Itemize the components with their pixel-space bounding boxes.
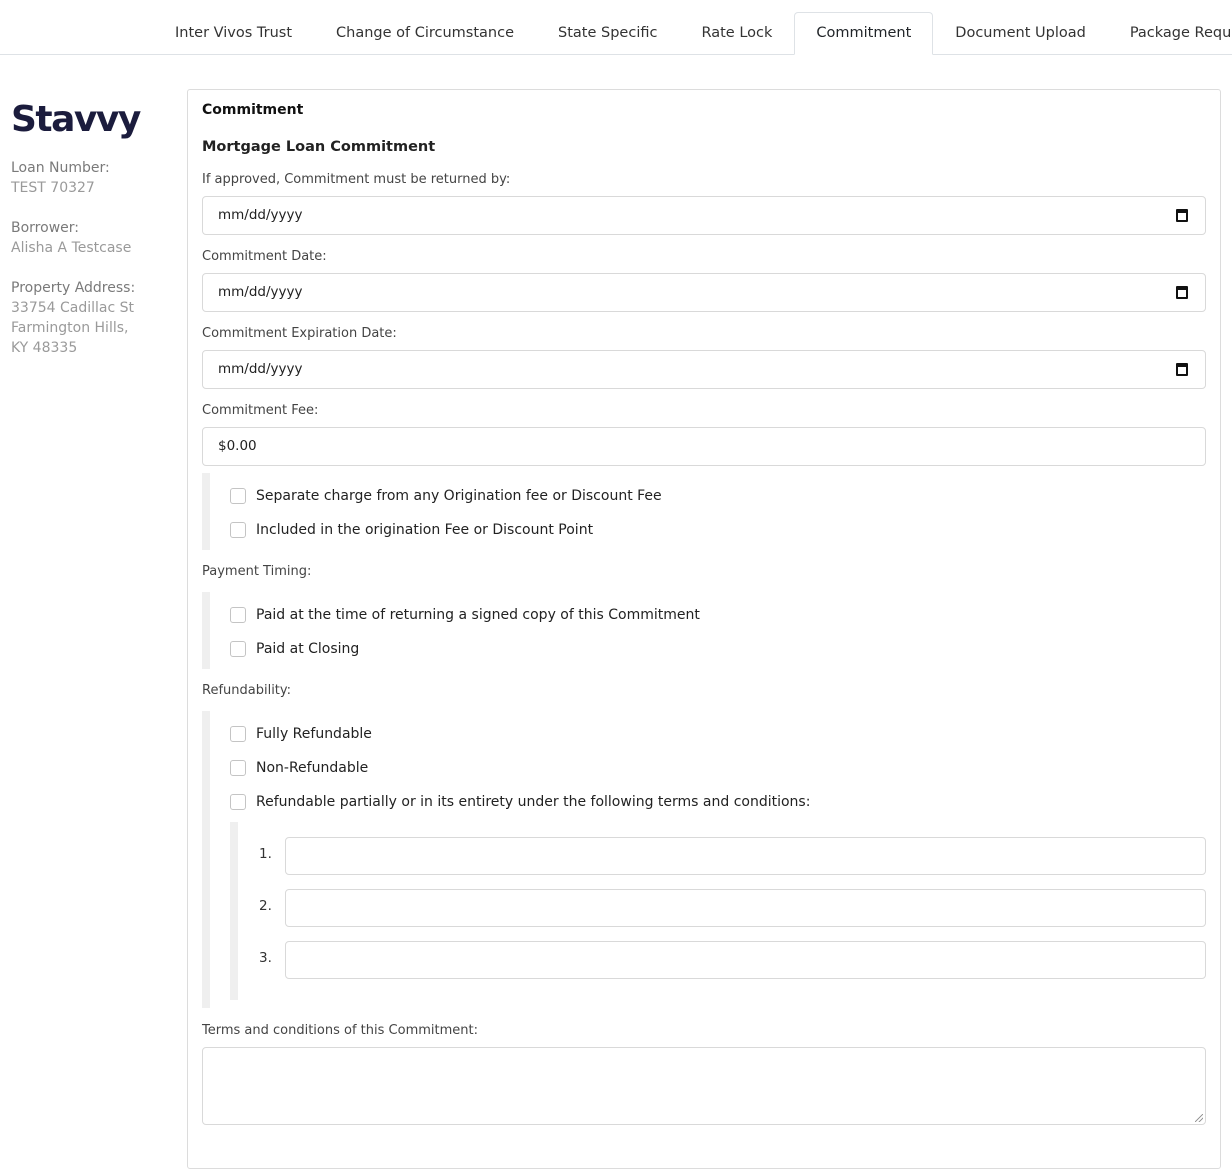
section-title: Mortgage Loan Commitment [202, 139, 436, 155]
loan-number-value: TEST 70327 [11, 180, 95, 196]
commitment-card: Commitment Mortgage Loan Commitment If a… [187, 89, 1221, 1169]
payment-option-label: Paid at the time of returning a signed c… [256, 607, 700, 623]
refund-term-number: 1. [259, 846, 272, 862]
return-by-date-value: mm/dd/yyyy [218, 207, 303, 223]
refund-term-number: 2. [259, 898, 272, 914]
borrower-value: Alisha A Testcase [11, 240, 132, 256]
card-title: Commitment [202, 102, 304, 118]
commitment-date-input[interactable]: mm/dd/yyyy [202, 273, 1206, 312]
address-line-1: 33754 Cadillac St [11, 300, 134, 316]
refund-term-input-2[interactable] [285, 889, 1206, 927]
expiration-date-value: mm/dd/yyyy [218, 361, 303, 377]
address-line-2: Farmington Hills, [11, 320, 129, 336]
checkbox[interactable] [230, 760, 246, 776]
refund-terms-group [230, 822, 238, 1000]
expiration-date-input[interactable]: mm/dd/yyyy [202, 350, 1206, 389]
checkbox[interactable] [230, 726, 246, 742]
loan-number-group: Loan Number: TEST 70327 [11, 158, 181, 198]
return-by-date-input[interactable]: mm/dd/yyyy [202, 196, 1206, 235]
tab-package-request[interactable]: Package Request [1108, 12, 1232, 55]
tab-inter-vivos-trust[interactable]: Inter Vivos Trust [153, 12, 314, 55]
refund-option-partial[interactable]: Refundable partially or in its entirety … [230, 792, 810, 812]
payment-timing-label: Payment Timing: [202, 564, 312, 579]
payment-option-signed-copy[interactable]: Paid at the time of returning a signed c… [230, 605, 700, 625]
tab-commitment[interactable]: Commitment [794, 12, 934, 55]
borrower-group: Borrower: Alisha A Testcase [11, 218, 181, 258]
refundability-label: Refundability: [202, 683, 292, 698]
refund-term-input-1[interactable] [285, 837, 1206, 875]
checkbox[interactable] [230, 641, 246, 657]
refund-option-non[interactable]: Non-Refundable [230, 758, 368, 778]
refund-term-input-3[interactable] [285, 941, 1206, 979]
resize-handle-icon[interactable] [1195, 1114, 1203, 1122]
payment-options-group [202, 592, 210, 669]
checkbox[interactable] [230, 488, 246, 504]
calendar-icon[interactable] [1176, 209, 1188, 222]
tab-change-of-circumstance[interactable]: Change of Circumstance [314, 12, 536, 55]
commitment-date-value: mm/dd/yyyy [218, 284, 303, 300]
calendar-icon[interactable] [1176, 363, 1188, 376]
tab-state-specific[interactable]: State Specific [536, 12, 679, 55]
fee-input[interactable]: $0.00 [202, 427, 1206, 466]
refund-options-group [202, 711, 210, 1008]
loan-number-label: Loan Number: [11, 160, 110, 176]
fee-value: $0.00 [218, 438, 257, 454]
tab-document-upload[interactable]: Document Upload [933, 12, 1108, 55]
fee-options-group [202, 473, 210, 550]
expiration-date-label: Commitment Expiration Date: [202, 326, 397, 341]
tab-rate-lock[interactable]: Rate Lock [679, 12, 794, 55]
calendar-icon[interactable] [1176, 286, 1188, 299]
loan-summary-sidebar: Stavvy Loan Number: TEST 70327 Borrower:… [11, 100, 181, 358]
stavvy-logo: Stavvy [11, 99, 141, 140]
tab-bar: Inter Vivos Trust Change of Circumstance… [0, 0, 1232, 55]
address-line-3: KY 48335 [11, 340, 78, 356]
terms-textarea[interactable] [202, 1047, 1206, 1125]
refund-option-label: Refundable partially or in its entirety … [256, 794, 811, 810]
checkbox[interactable] [230, 607, 246, 623]
refund-option-fully[interactable]: Fully Refundable [230, 724, 372, 744]
refund-term-number: 3. [259, 950, 272, 966]
fee-label: Commitment Fee: [202, 403, 319, 418]
fee-option-label: Included in the origination Fee or Disco… [256, 522, 594, 538]
return-by-label: If approved, Commitment must be returned… [202, 172, 511, 187]
refund-option-label: Non-Refundable [256, 760, 369, 776]
refund-option-label: Fully Refundable [256, 726, 372, 742]
commitment-date-label: Commitment Date: [202, 249, 327, 264]
tab-list: Inter Vivos Trust Change of Circumstance… [153, 12, 1232, 55]
borrower-label: Borrower: [11, 220, 79, 236]
property-address-label: Property Address: [11, 280, 136, 296]
property-address-group: Property Address: 33754 Cadillac St Farm… [11, 278, 181, 358]
payment-option-closing[interactable]: Paid at Closing [230, 639, 359, 659]
checkbox[interactable] [230, 794, 246, 810]
terms-label: Terms and conditions of this Commitment: [202, 1023, 478, 1038]
fee-option-label: Separate charge from any Origination fee… [256, 488, 662, 504]
payment-option-label: Paid at Closing [256, 641, 360, 657]
checkbox[interactable] [230, 522, 246, 538]
fee-option-included[interactable]: Included in the origination Fee or Disco… [230, 520, 593, 540]
fee-option-separate[interactable]: Separate charge from any Origination fee… [230, 486, 662, 506]
